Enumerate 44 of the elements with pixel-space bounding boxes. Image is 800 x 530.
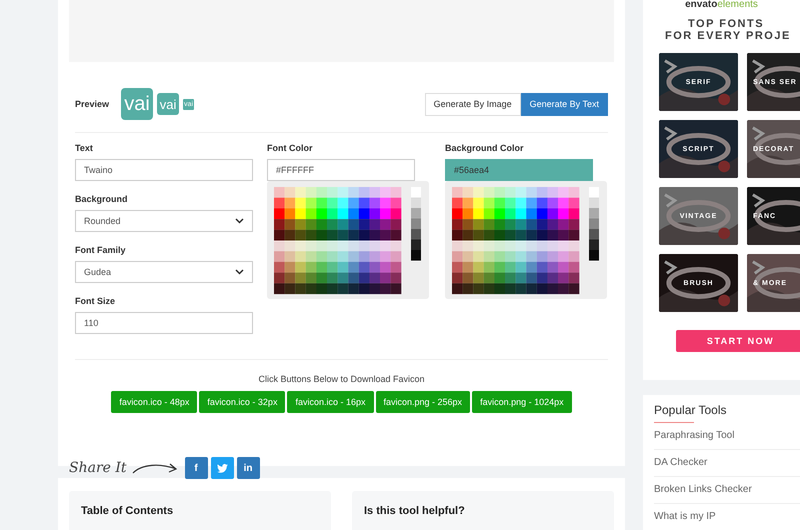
bird-icon [216, 464, 228, 472]
favicon-preview: vai [157, 93, 180, 115]
download-button[interactable]: favicon.ico - 32px [199, 391, 286, 413]
download-button[interactable]: favicon.png - 1024px [472, 391, 572, 413]
ad-headline: FOR EVERY PROJE [665, 30, 791, 42]
download-button[interactable]: favicon.ico - 48px [111, 391, 198, 413]
field-label: Background Color [445, 143, 525, 153]
download-button[interactable]: favicon.ico - 16px [287, 391, 374, 413]
tool-link[interactable]: What is my IP [654, 504, 800, 530]
share-label: Share It [69, 460, 127, 476]
facebook-button[interactable]: f [184, 457, 208, 479]
section-title: Popular Tools [654, 403, 728, 417]
field-label: Font Size [75, 296, 116, 306]
mode-tab[interactable]: Generate By Text [520, 92, 608, 116]
chevron-down-icon [235, 218, 244, 224]
card-title: Table of Contents [81, 505, 174, 517]
field-label: Text [75, 143, 94, 153]
chevron-down-icon [235, 269, 244, 275]
font-size-input[interactable]: 110 [75, 312, 253, 334]
field-label: Font Family [75, 245, 127, 255]
linkedin-button[interactable]: in [236, 457, 260, 479]
preview-label: Preview [75, 99, 110, 109]
tool-link[interactable]: Broken Links Checker [654, 477, 800, 504]
font-family-select[interactable]: Gudea [75, 261, 253, 283]
favicon-preview: vai [121, 88, 154, 120]
ad-headline: TOP FONTS [688, 18, 764, 30]
field-label: Background [75, 194, 129, 204]
mode-tab[interactable]: Generate By Image [424, 92, 521, 116]
color-picker[interactable] [445, 181, 607, 299]
twitter-button[interactable] [210, 457, 234, 479]
color-picker[interactable] [267, 181, 429, 299]
card-title: Is this tool helpful? [364, 505, 466, 517]
start-now-button[interactable]: START NOW [676, 330, 800, 352]
background-select[interactable]: Rounded [75, 210, 253, 232]
download-button[interactable]: favicon.png - 256px [376, 391, 470, 413]
arrow-icon [132, 461, 178, 475]
tool-link[interactable]: DA Checker [654, 450, 800, 477]
background-color-input[interactable]: #56aea4 [445, 159, 593, 181]
field-label: Font Color [267, 143, 314, 153]
tool-link[interactable]: Paraphrasing Tool [654, 423, 800, 450]
brand-logo: envatoelements [685, 0, 758, 10]
download-hint: Click Buttons Below to Download Favicon [258, 374, 425, 384]
font-color-input[interactable]: #FFFFFF [267, 159, 415, 181]
text-input[interactable]: Twaino [75, 159, 253, 181]
